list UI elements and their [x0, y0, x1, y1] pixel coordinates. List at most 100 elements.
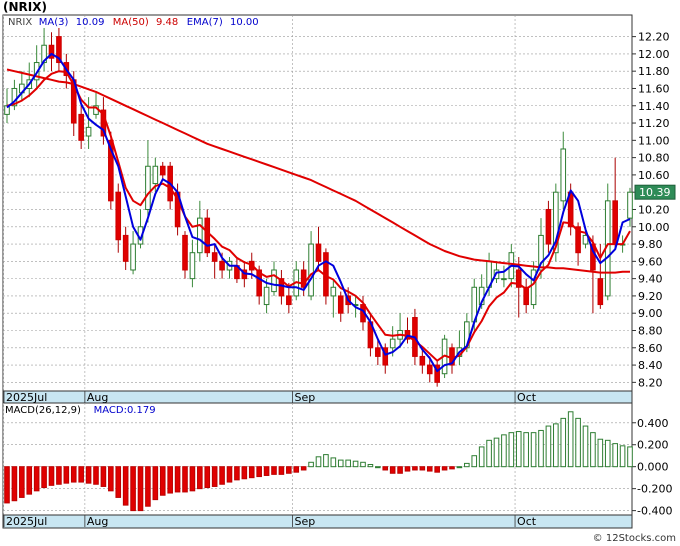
- price-tick-label: 9.40: [638, 273, 663, 286]
- macd-bar: [100, 466, 107, 487]
- macd-bar: [219, 466, 225, 485]
- macd-bar: [523, 432, 529, 468]
- macd-bar: [26, 466, 33, 495]
- price-tick-label: 9.20: [638, 290, 663, 303]
- price-date-label: Aug: [87, 391, 108, 404]
- macd-bar: [204, 466, 211, 489]
- candle-body: [152, 165, 159, 185]
- candle-body: [419, 355, 426, 366]
- last-price-label: 10.39: [639, 186, 671, 199]
- macd-bar: [56, 466, 62, 485]
- macd-bar: [493, 437, 500, 468]
- macd-bar: [582, 425, 589, 468]
- candle-body: [286, 295, 292, 306]
- candle-body: [122, 234, 129, 262]
- macd-bar: [389, 466, 396, 474]
- macd-bar: [471, 455, 478, 468]
- macd-bar: [515, 431, 522, 468]
- watermark: © 12Stocks.com: [592, 533, 676, 544]
- price-date-label: Oct: [517, 391, 537, 404]
- candle-body: [182, 234, 188, 271]
- price-tick-label: 9.80: [638, 238, 663, 251]
- macd-bar: [375, 466, 381, 469]
- price-legend-item: MA(3): [39, 17, 69, 28]
- macd-bar: [234, 466, 240, 481]
- macd-bar: [159, 466, 166, 496]
- macd-bar: [145, 466, 151, 507]
- macd-tick-label: 0.000: [637, 461, 669, 474]
- candle-body: [115, 191, 122, 241]
- candle-body: [501, 278, 507, 281]
- price-tick-label: 10.80: [638, 152, 670, 165]
- macd-bar: [464, 462, 470, 468]
- price-tick-label: 9.00: [638, 307, 663, 320]
- macd-bar: [360, 461, 366, 468]
- price-legend-item: 9.48: [156, 17, 178, 28]
- macd-bar: [93, 466, 99, 485]
- macd-tick-label: -0.400: [637, 505, 672, 518]
- macd-bar: [11, 466, 18, 502]
- macd-bar: [397, 466, 403, 474]
- macd-bar: [278, 466, 285, 475]
- macd-bar: [456, 466, 463, 469]
- candle-body: [597, 278, 604, 306]
- macd-bar: [4, 466, 10, 504]
- price-date-label: 2025Jul: [6, 391, 47, 404]
- macd-bar: [315, 456, 322, 468]
- price-tick-label: 10.00: [638, 221, 670, 234]
- price-tick-label: 12.20: [638, 31, 670, 44]
- price-tick-label: 11.60: [638, 82, 670, 95]
- macd-bar: [352, 460, 359, 468]
- price-legend-item: NRIX: [8, 17, 32, 28]
- candle-body: [627, 191, 633, 219]
- price-tick-label: 12.00: [638, 48, 670, 61]
- macd-bar: [560, 417, 567, 468]
- price-tick-label: 9.60: [638, 255, 663, 268]
- macd-bar: [78, 466, 84, 483]
- macd-bar: [122, 466, 129, 506]
- macd-bar: [263, 466, 270, 476]
- macd-bar: [404, 466, 411, 472]
- candle-body: [197, 217, 203, 254]
- price-tick-label: 8.60: [638, 342, 663, 355]
- candle-body: [545, 208, 552, 245]
- macd-bar: [85, 466, 92, 484]
- macd-bar: [70, 466, 77, 483]
- macd-bar: [115, 466, 122, 498]
- price-tick-label: 11.80: [638, 65, 670, 78]
- macd-date-label: 2025Jul: [6, 515, 47, 528]
- macd-tick-label: 0.200: [637, 439, 669, 452]
- price-legend-item: EMA(7): [187, 17, 223, 28]
- price-tick-label: 11.00: [638, 134, 670, 147]
- price-tick-label: 11.40: [638, 100, 670, 113]
- macd-bar: [182, 466, 188, 493]
- macd-bar: [627, 446, 633, 468]
- candle-body: [189, 252, 196, 280]
- candle-body: [159, 165, 166, 176]
- macd-bar: [300, 466, 307, 471]
- macd-bar: [197, 466, 203, 490]
- macd-bar: [152, 466, 159, 501]
- macd-bar: [590, 432, 596, 468]
- macd-bar: [419, 466, 426, 471]
- macd-legend-item: MACD(26,12,9): [5, 405, 81, 416]
- price-tick-label: 10.20: [638, 203, 670, 216]
- macd-bar: [612, 443, 618, 468]
- macd-bar: [330, 457, 337, 468]
- stock-chart: 8.20 8.40 8.60 8.80 9.00 9.20 9.40 9.60 9.80 10.0…: [2, 14, 676, 529]
- price-date-label: Sep: [295, 391, 316, 404]
- candle-body: [315, 243, 322, 262]
- macd-bar: [108, 466, 114, 492]
- macd-bar: [256, 466, 262, 478]
- price-tick-label: 10.60: [638, 169, 670, 182]
- macd-bar: [19, 466, 25, 498]
- candle-body: [389, 338, 396, 349]
- candle-body: [204, 217, 211, 254]
- macd-bar: [286, 466, 292, 474]
- macd-bar: [434, 466, 440, 473]
- macd-bar: [308, 461, 314, 468]
- macd-bar: [478, 446, 485, 468]
- price-panel: [2, 14, 633, 392]
- macd-bar: [293, 466, 300, 473]
- macd-bar: [63, 466, 70, 484]
